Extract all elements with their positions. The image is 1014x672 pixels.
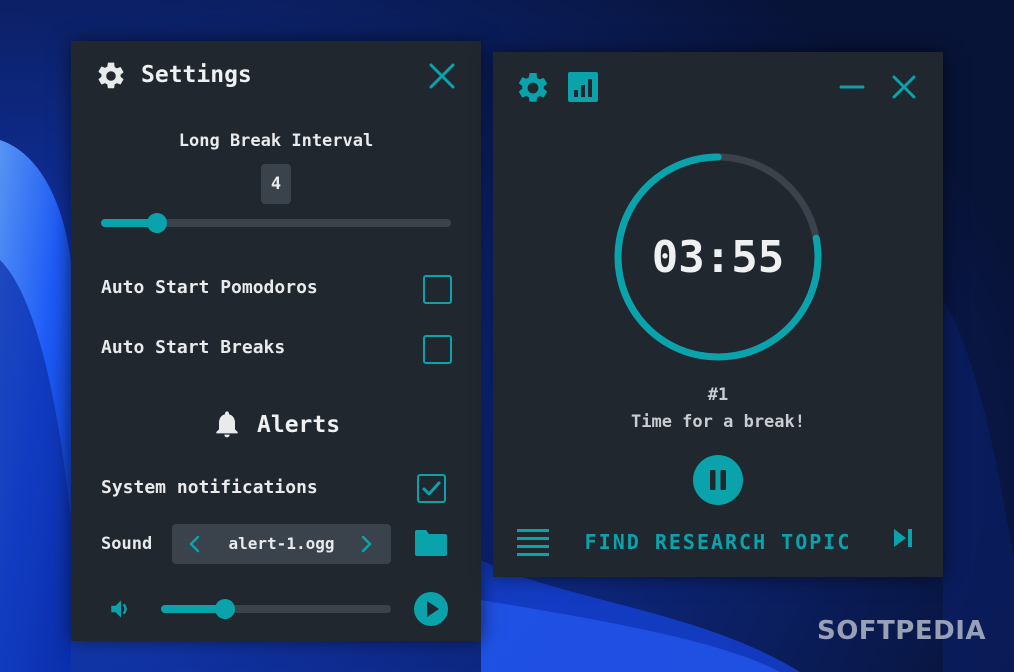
gear-icon [518,72,548,102]
timer-status: Time for a break! [631,412,805,432]
close-settings-button[interactable] [428,62,456,94]
close-icon [429,63,455,89]
close-icon [892,75,916,99]
skip-next-icon [894,529,912,547]
sound-folder-button[interactable] [414,529,448,561]
chevron-right-icon [361,535,372,553]
task-list-button[interactable] [517,527,549,561]
timer-time: 03:55 [651,232,785,283]
bell-icon [211,407,243,445]
list-icon [517,529,549,556]
minimize-button[interactable] [839,74,865,104]
round-number: #1 [707,385,729,405]
checkmark-icon [422,481,441,496]
pause-icon [693,455,743,505]
pause-button[interactable] [693,455,743,509]
sound-label: Sound [101,534,153,554]
minimize-icon [839,85,865,89]
timer-panel: 03:55 #1 Time for a break! FIND RESEARCH… [493,52,943,577]
long-break-interval-number: 4 [270,174,282,194]
auto-start-pomodoros-checkbox[interactable] [423,275,452,304]
volume-icon [108,596,134,626]
alerts-title: Alerts [257,412,341,438]
settings-header: Settings [95,59,457,95]
auto-start-breaks-label: Auto Start Breaks [101,337,286,358]
system-notifications-label: System notifications [101,477,318,498]
next-sound-button[interactable] [359,535,373,557]
softpedia-watermark: SOFTPEDIA [816,616,986,646]
settings-title: Settings [141,62,252,88]
gear-icon [95,60,127,96]
settings-button[interactable] [515,70,551,110]
auto-start-breaks-checkbox[interactable] [423,335,452,364]
system-notifications-checkbox[interactable] [417,474,446,503]
volume-slider-thumb[interactable] [215,599,235,619]
long-break-slider-thumb[interactable] [147,213,167,233]
current-task[interactable]: FIND RESEARCH TOPIC [573,530,863,554]
long-break-interval-slider[interactable] [101,213,451,233]
settings-panel: Settings Long Break Interval 4 Auto Star… [71,41,481,641]
close-button[interactable] [891,74,917,104]
chart-icon [568,72,598,102]
long-break-interval-label: Long Break Interval [178,131,374,151]
volume-slider[interactable] [161,599,391,619]
preview-sound-button[interactable] [414,592,448,630]
statistics-button[interactable] [568,72,598,106]
sound-selector: alert-1.ogg [172,524,391,564]
folder-icon [415,530,447,556]
auto-start-pomodoros-label: Auto Start Pomodoros [101,277,318,298]
skip-button[interactable] [891,526,915,554]
long-break-interval-value: 4 [261,164,291,204]
play-icon [414,592,448,626]
